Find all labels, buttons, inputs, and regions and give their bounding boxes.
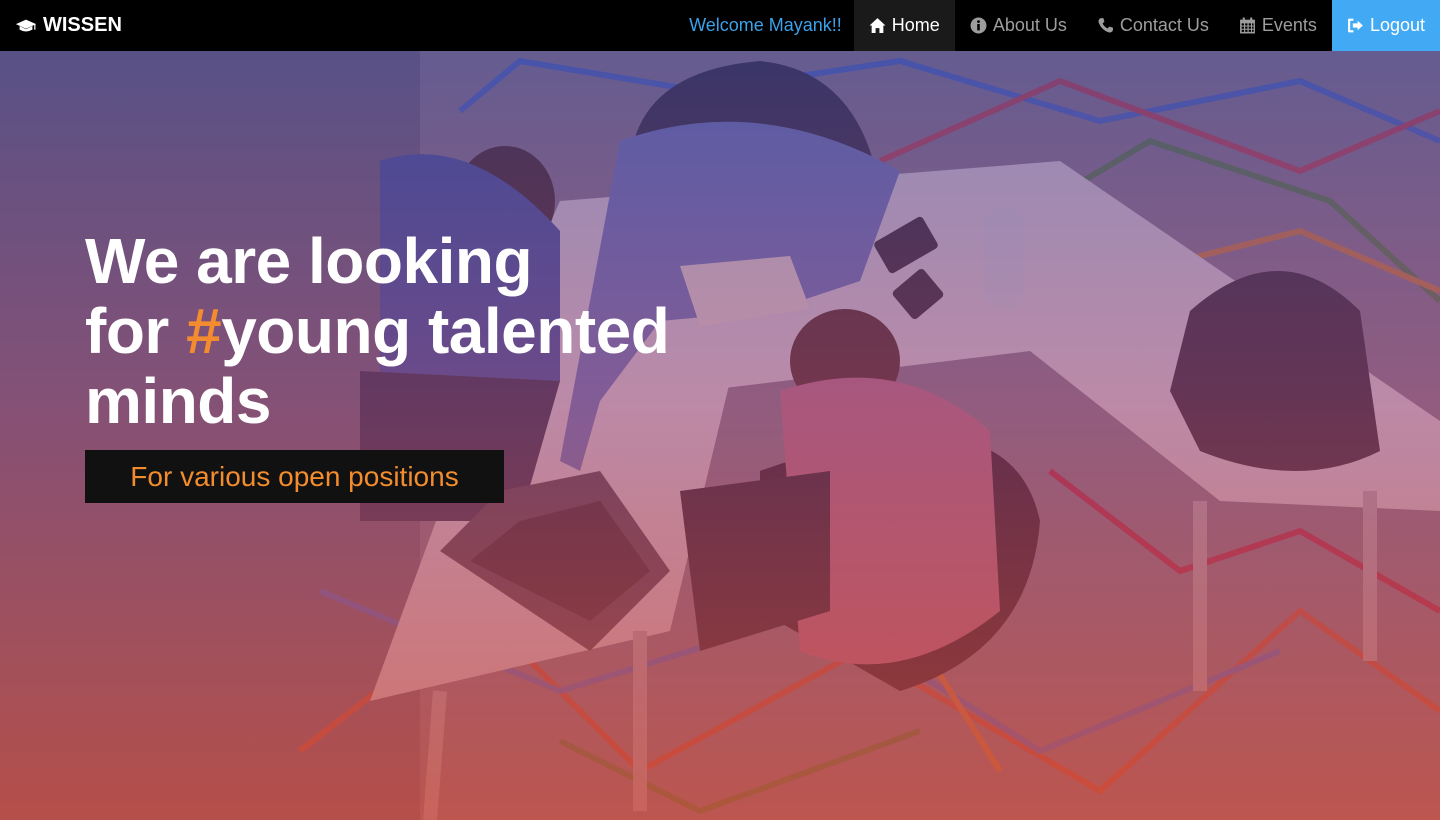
headline-line-3: minds — [85, 365, 271, 437]
logout-label: Logout — [1369, 15, 1425, 35]
brand-name: WISSEN — [43, 14, 122, 36]
info-circle-icon — [970, 17, 987, 34]
nav-home-label: Home — [891, 15, 940, 35]
hero-section: We are looking for #young talented minds… — [0, 51, 1440, 820]
nav-about-label: About Us — [992, 15, 1067, 35]
home-icon — [869, 18, 886, 33]
nav-home[interactable]: Home — [853, 0, 955, 51]
logout-icon — [1348, 18, 1363, 33]
phone-icon — [1098, 18, 1113, 33]
navbar: WISSEN Welcome Mayank!! Home About Us Co… — [0, 0, 1440, 51]
headline-line-2-prefix: for — [85, 295, 187, 367]
nav-about-us[interactable]: About Us — [955, 0, 1082, 51]
brand-logo[interactable]: WISSEN — [0, 0, 122, 51]
logout-button[interactable]: Logout — [1331, 0, 1440, 51]
nav-contact-us[interactable]: Contact Us — [1082, 0, 1224, 51]
headline-line-2: for #young talented — [85, 296, 785, 366]
hero-headline: We are looking for #young talented minds — [85, 226, 785, 436]
nav-events[interactable]: Events — [1224, 0, 1332, 51]
calendar-icon — [1239, 17, 1255, 34]
welcome-text: Welcome Mayank!! — [689, 15, 842, 35]
open-positions-banner: For various open positions — [85, 450, 504, 503]
open-positions-text: For various open positions — [130, 460, 459, 492]
nav-contact-label: Contact Us — [1119, 15, 1209, 35]
nav-events-label: Events — [1261, 15, 1317, 35]
headline-line-1: We are looking — [85, 225, 533, 297]
graduation-cap-icon — [15, 19, 37, 31]
headline-line-2-rest: young talented — [221, 295, 670, 367]
headline-hash: # — [186, 295, 222, 367]
